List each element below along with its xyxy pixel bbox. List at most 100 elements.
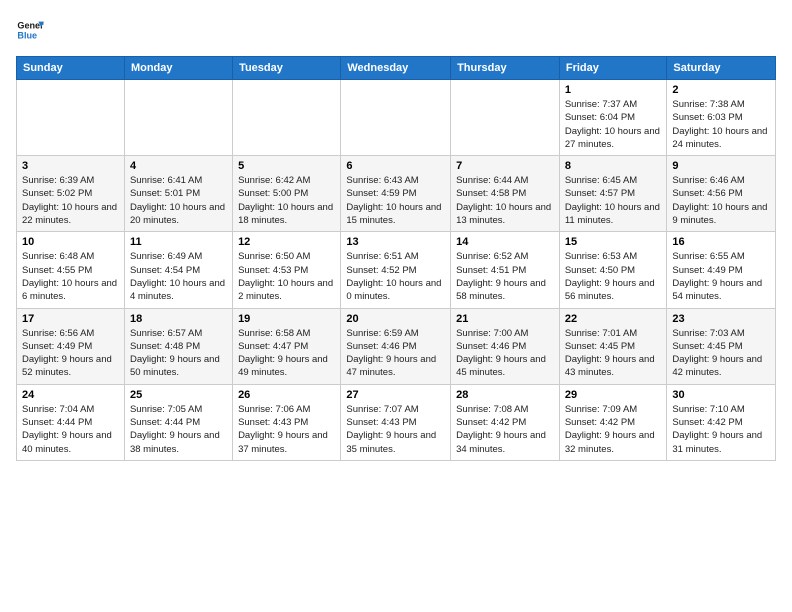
day-number: 21 [456,313,554,325]
week-row-5: 24 Sunrise: 7:04 AM Sunset: 4:44 PM Dayl… [17,384,776,460]
day-info: Sunrise: 6:49 AM Sunset: 4:54 PM Dayligh… [130,250,227,303]
day-header-saturday: Saturday [667,57,776,80]
week-row-4: 17 Sunrise: 6:56 AM Sunset: 4:49 PM Dayl… [17,308,776,384]
day-header-friday: Friday [559,57,667,80]
day-cell: 28 Sunrise: 7:08 AM Sunset: 4:42 PM Dayl… [451,384,560,460]
day-info: Sunrise: 6:50 AM Sunset: 4:53 PM Dayligh… [238,250,335,303]
day-number: 6 [346,160,445,172]
day-info: Sunrise: 6:46 AM Sunset: 4:56 PM Dayligh… [672,174,770,227]
day-info: Sunrise: 7:07 AM Sunset: 4:43 PM Dayligh… [346,403,445,456]
day-number: 1 [565,84,662,96]
day-number: 13 [346,236,445,248]
day-header-monday: Monday [124,57,232,80]
day-cell: 1 Sunrise: 7:37 AM Sunset: 6:04 PM Dayli… [559,80,667,156]
day-number: 18 [130,313,227,325]
day-cell: 23 Sunrise: 7:03 AM Sunset: 4:45 PM Dayl… [667,308,776,384]
day-number: 20 [346,313,445,325]
day-info: Sunrise: 6:41 AM Sunset: 5:01 PM Dayligh… [130,174,227,227]
day-cell: 22 Sunrise: 7:01 AM Sunset: 4:45 PM Dayl… [559,308,667,384]
day-number: 23 [672,313,770,325]
day-cell: 5 Sunrise: 6:42 AM Sunset: 5:00 PM Dayli… [233,156,341,232]
day-cell: 20 Sunrise: 6:59 AM Sunset: 4:46 PM Dayl… [341,308,451,384]
day-info: Sunrise: 6:52 AM Sunset: 4:51 PM Dayligh… [456,250,554,303]
day-number: 26 [238,389,335,401]
day-info: Sunrise: 6:55 AM Sunset: 4:49 PM Dayligh… [672,250,770,303]
week-row-1: 1 Sunrise: 7:37 AM Sunset: 6:04 PM Dayli… [17,80,776,156]
day-cell: 8 Sunrise: 6:45 AM Sunset: 4:57 PM Dayli… [559,156,667,232]
day-number: 25 [130,389,227,401]
day-header-wednesday: Wednesday [341,57,451,80]
day-cell: 18 Sunrise: 6:57 AM Sunset: 4:48 PM Dayl… [124,308,232,384]
day-number: 27 [346,389,445,401]
day-number: 30 [672,389,770,401]
day-cell: 13 Sunrise: 6:51 AM Sunset: 4:52 PM Dayl… [341,232,451,308]
day-info: Sunrise: 7:37 AM Sunset: 6:04 PM Dayligh… [565,98,662,151]
day-info: Sunrise: 7:01 AM Sunset: 4:45 PM Dayligh… [565,327,662,380]
day-info: Sunrise: 7:08 AM Sunset: 4:42 PM Dayligh… [456,403,554,456]
day-cell: 12 Sunrise: 6:50 AM Sunset: 4:53 PM Dayl… [233,232,341,308]
logo: General Blue [16,16,44,44]
day-cell: 26 Sunrise: 7:06 AM Sunset: 4:43 PM Dayl… [233,384,341,460]
day-number: 4 [130,160,227,172]
day-cell: 4 Sunrise: 6:41 AM Sunset: 5:01 PM Dayli… [124,156,232,232]
day-number: 7 [456,160,554,172]
day-info: Sunrise: 7:05 AM Sunset: 4:44 PM Dayligh… [130,403,227,456]
day-cell: 11 Sunrise: 6:49 AM Sunset: 4:54 PM Dayl… [124,232,232,308]
day-number: 5 [238,160,335,172]
day-cell: 15 Sunrise: 6:53 AM Sunset: 4:50 PM Dayl… [559,232,667,308]
day-info: Sunrise: 6:57 AM Sunset: 4:48 PM Dayligh… [130,327,227,380]
day-cell: 17 Sunrise: 6:56 AM Sunset: 4:49 PM Dayl… [17,308,125,384]
week-row-3: 10 Sunrise: 6:48 AM Sunset: 4:55 PM Dayl… [17,232,776,308]
day-cell: 24 Sunrise: 7:04 AM Sunset: 4:44 PM Dayl… [17,384,125,460]
day-info: Sunrise: 7:10 AM Sunset: 4:42 PM Dayligh… [672,403,770,456]
week-row-2: 3 Sunrise: 6:39 AM Sunset: 5:02 PM Dayli… [17,156,776,232]
day-number: 9 [672,160,770,172]
day-number: 22 [565,313,662,325]
day-number: 24 [22,389,119,401]
day-number: 8 [565,160,662,172]
day-info: Sunrise: 6:53 AM Sunset: 4:50 PM Dayligh… [565,250,662,303]
day-number: 16 [672,236,770,248]
day-cell: 2 Sunrise: 7:38 AM Sunset: 6:03 PM Dayli… [667,80,776,156]
day-cell: 14 Sunrise: 6:52 AM Sunset: 4:51 PM Dayl… [451,232,560,308]
day-info: Sunrise: 6:59 AM Sunset: 4:46 PM Dayligh… [346,327,445,380]
logo-icon: General Blue [16,16,44,44]
day-header-tuesday: Tuesday [233,57,341,80]
day-cell: 10 Sunrise: 6:48 AM Sunset: 4:55 PM Dayl… [17,232,125,308]
day-number: 17 [22,313,119,325]
day-info: Sunrise: 6:48 AM Sunset: 4:55 PM Dayligh… [22,250,119,303]
day-cell [341,80,451,156]
day-cell: 19 Sunrise: 6:58 AM Sunset: 4:47 PM Dayl… [233,308,341,384]
day-info: Sunrise: 7:00 AM Sunset: 4:46 PM Dayligh… [456,327,554,380]
day-cell: 29 Sunrise: 7:09 AM Sunset: 4:42 PM Dayl… [559,384,667,460]
day-number: 19 [238,313,335,325]
day-info: Sunrise: 7:09 AM Sunset: 4:42 PM Dayligh… [565,403,662,456]
day-cell: 9 Sunrise: 6:46 AM Sunset: 4:56 PM Dayli… [667,156,776,232]
day-number: 2 [672,84,770,96]
day-cell: 3 Sunrise: 6:39 AM Sunset: 5:02 PM Dayli… [17,156,125,232]
day-number: 14 [456,236,554,248]
header-row: SundayMondayTuesdayWednesdayThursdayFrid… [17,57,776,80]
day-info: Sunrise: 6:58 AM Sunset: 4:47 PM Dayligh… [238,327,335,380]
svg-text:Blue: Blue [17,30,37,40]
day-number: 15 [565,236,662,248]
day-info: Sunrise: 6:42 AM Sunset: 5:00 PM Dayligh… [238,174,335,227]
day-cell [17,80,125,156]
day-info: Sunrise: 7:38 AM Sunset: 6:03 PM Dayligh… [672,98,770,151]
day-cell: 16 Sunrise: 6:55 AM Sunset: 4:49 PM Dayl… [667,232,776,308]
day-info: Sunrise: 6:51 AM Sunset: 4:52 PM Dayligh… [346,250,445,303]
calendar-table: SundayMondayTuesdayWednesdayThursdayFrid… [16,56,776,461]
day-number: 28 [456,389,554,401]
day-header-thursday: Thursday [451,57,560,80]
day-number: 10 [22,236,119,248]
day-cell: 7 Sunrise: 6:44 AM Sunset: 4:58 PM Dayli… [451,156,560,232]
day-number: 29 [565,389,662,401]
day-number: 12 [238,236,335,248]
day-cell: 30 Sunrise: 7:10 AM Sunset: 4:42 PM Dayl… [667,384,776,460]
day-info: Sunrise: 7:06 AM Sunset: 4:43 PM Dayligh… [238,403,335,456]
day-info: Sunrise: 7:04 AM Sunset: 4:44 PM Dayligh… [22,403,119,456]
day-cell [451,80,560,156]
day-header-sunday: Sunday [17,57,125,80]
day-number: 3 [22,160,119,172]
day-info: Sunrise: 7:03 AM Sunset: 4:45 PM Dayligh… [672,327,770,380]
